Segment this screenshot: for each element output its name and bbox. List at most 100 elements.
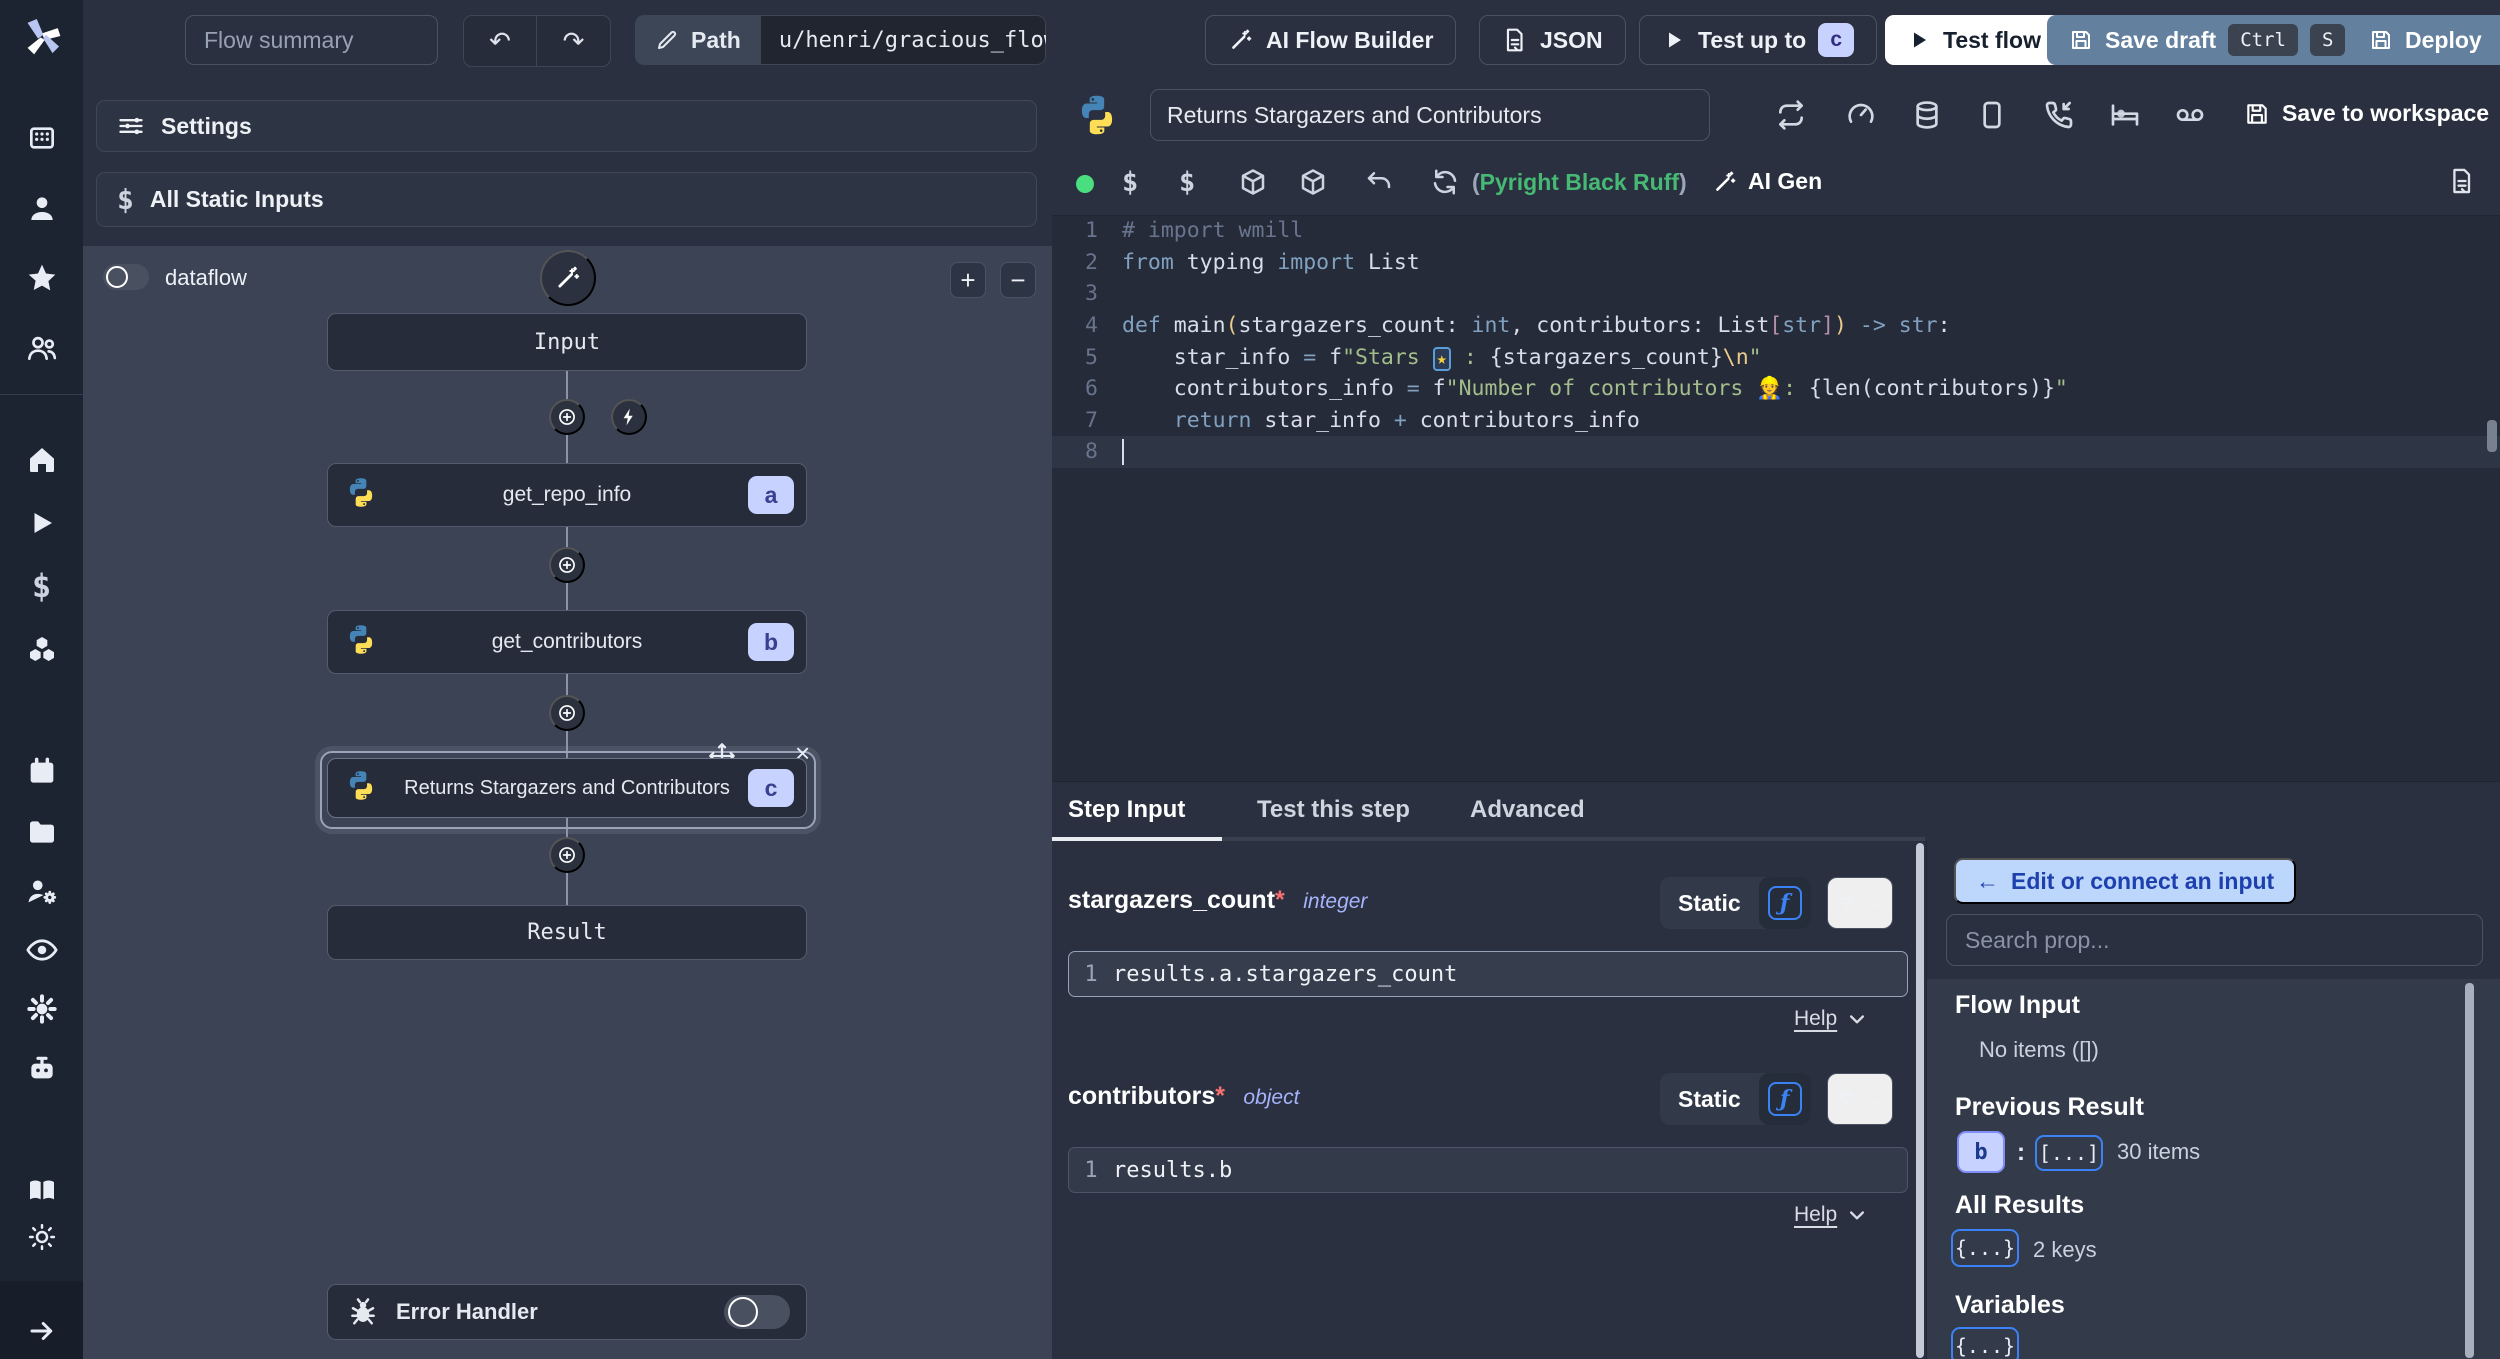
workspace-icon[interactable] (26, 122, 58, 154)
variables-dollar-icon[interactable]: $ (32, 567, 51, 605)
flow-node-error-handler[interactable]: Error Handler (327, 1284, 807, 1340)
ai-gen-button[interactable]: AI Gen (1712, 168, 1822, 195)
favorites-star-icon[interactable] (26, 262, 58, 294)
code-area[interactable]: 1 # import wmill 2 from typing import List 3… (1052, 215, 2500, 781)
all-static-inputs-button[interactable]: $ All Static Inputs (96, 172, 1037, 227)
redo-button[interactable]: ↷ (537, 16, 610, 66)
insert-step-button[interactable] (549, 695, 585, 731)
play-icon (1662, 28, 1686, 52)
previous-result-collapsed-array[interactable]: [...] (2035, 1135, 2103, 1171)
path-chip[interactable]: Path u/henri/gracious_flow (635, 15, 1046, 65)
deploy-button[interactable]: Deploy (2347, 15, 2500, 65)
insert-step-button[interactable] (549, 837, 585, 873)
runs-play-icon[interactable] (27, 508, 57, 538)
save-draft-button[interactable]: Save draft Ctrl S (2047, 15, 2368, 65)
repeat-icon[interactable] (1775, 99, 1807, 131)
code-line[interactable]: 4 def main(stargazers_count: int, contrib… (1052, 310, 2500, 342)
expr-input-stargazers-count[interactable]: 1 results.a.stargazers_count (1068, 951, 1908, 997)
help-link[interactable]: Help (1794, 1007, 1867, 1031)
code-line[interactable]: 5 star_info = f"Stars ★ : {stargazers_co… (1052, 341, 2500, 373)
test-up-to-button[interactable]: Test up to c (1639, 15, 1878, 65)
audit-eye-icon[interactable] (25, 933, 59, 967)
flow-settings-button[interactable]: Settings (96, 100, 1037, 152)
input-mode-toggle[interactable]: Static ƒ (1660, 877, 1811, 929)
zoom-in-button[interactable]: + (950, 262, 986, 298)
code-line[interactable]: 1 # import wmill (1052, 215, 2500, 247)
flow-node-step-b[interactable]: get_contributors b (327, 610, 807, 674)
flow-summary-input[interactable] (185, 15, 438, 65)
all-results-collapsed-object[interactable]: {...} (1951, 1229, 2019, 1267)
add-resource-dollar-icon[interactable]: $ (1179, 167, 1195, 198)
reload-icon[interactable] (1430, 167, 1460, 197)
undo-icon[interactable] (1364, 167, 1394, 197)
add-variable-dollar-icon[interactable]: $ (1122, 167, 1138, 198)
flow-node-step-a[interactable]: get_repo_info a (327, 463, 807, 527)
step-title-input[interactable] (1150, 89, 1710, 141)
tab-step-input[interactable]: Step Input (1068, 796, 1185, 824)
trigger-bolt-button[interactable] (611, 399, 647, 435)
edit-or-connect-button[interactable]: ← Edit or connect an input (1954, 858, 2297, 904)
tab-test-this-step[interactable]: Test this step (1257, 796, 1410, 824)
editor-scrollbar[interactable] (2487, 420, 2497, 452)
javascript-expr-option[interactable]: ƒ (1758, 1073, 1811, 1125)
settings-gear-icon[interactable] (26, 993, 58, 1025)
package-icon[interactable] (1238, 167, 1268, 197)
expr-input-contributors[interactable]: 1 results.b (1068, 1147, 1908, 1193)
theme-sun-icon[interactable] (27, 1222, 57, 1252)
path-value[interactable]: u/henri/gracious_flow (760, 15, 1046, 65)
code-line[interactable]: 7 return star_info + contributors_info (1052, 405, 2500, 437)
flow-node-result[interactable]: Result (327, 905, 807, 960)
database-icon[interactable] (1911, 99, 1943, 131)
variables-collapsed-object[interactable]: {...} (1951, 1327, 2019, 1359)
javascript-expr-option[interactable]: ƒ (1758, 877, 1811, 929)
connect-input-plug-button[interactable]: → (1827, 877, 1893, 929)
help-link[interactable]: Help (1794, 1203, 1867, 1227)
input-mode-toggle[interactable]: Static ƒ (1660, 1073, 1811, 1125)
tab-advanced[interactable]: Advanced (1470, 796, 1585, 824)
zoom-out-button[interactable]: − (1000, 262, 1036, 298)
code-line[interactable]: 2 from typing import List (1052, 247, 2500, 279)
resources-cubes-icon[interactable] (26, 633, 58, 665)
test-up-to-step-badge: c (1818, 23, 1855, 57)
middle-scrollbar[interactable] (1916, 843, 1924, 1358)
ai-robot-icon[interactable] (26, 1053, 58, 1085)
flow-node-step-c-selected[interactable]: Returns Stargazers and Contributors c (327, 758, 807, 818)
folders-icon[interactable] (26, 816, 58, 848)
code-line[interactable]: 8 (1052, 436, 2500, 468)
dataflow-label: dataflow (165, 265, 247, 290)
code-line[interactable]: 6 contributors_info = f"Number of contri… (1052, 373, 2500, 405)
rectangle-icon[interactable] (1976, 99, 2008, 131)
connect-input-plug-button[interactable]: → (1827, 1073, 1893, 1125)
ai-flow-builder-button[interactable]: AI Flow Builder (1205, 15, 1457, 65)
code-line[interactable]: 3 (1052, 278, 2500, 310)
phone-incoming-icon[interactable] (2043, 99, 2075, 131)
previous-result-step-badge[interactable]: b (1957, 1131, 2005, 1173)
docs-book-icon[interactable] (26, 1174, 58, 1206)
home-icon[interactable] (26, 444, 58, 476)
search-prop-input[interactable] (1946, 914, 2483, 966)
schedules-calendar-icon[interactable] (26, 756, 58, 788)
test-flow-button[interactable]: Test flow (1885, 15, 2063, 65)
library-book-icon[interactable] (2448, 167, 2476, 195)
connect-panel-scrollbar[interactable] (2465, 983, 2474, 1358)
ai-wand-button[interactable] (540, 250, 596, 306)
voicemail-icon[interactable] (2174, 99, 2206, 131)
plug-icon (1834, 890, 1858, 916)
insert-step-button[interactable] (549, 399, 585, 435)
expand-sidebar-arrow-icon[interactable] (27, 1316, 57, 1346)
bed-icon[interactable] (2109, 99, 2141, 131)
flow-node-input[interactable]: Input (327, 313, 807, 371)
groups-usercog-icon[interactable] (25, 874, 59, 908)
gauge-icon[interactable] (1845, 99, 1877, 131)
chevron-down-icon (1847, 1009, 1867, 1029)
dataflow-toggle[interactable] (103, 264, 149, 290)
json-button[interactable]: JSON (1479, 15, 1626, 65)
package-icon[interactable] (1298, 167, 1328, 197)
user-icon[interactable] (26, 192, 58, 224)
insert-step-button[interactable] (549, 547, 585, 583)
save-to-workspace-button[interactable]: Save to workspace (2244, 100, 2489, 127)
error-handler-toggle[interactable] (724, 1295, 790, 1329)
undo-button[interactable]: ↶ (464, 16, 537, 66)
members-icon[interactable] (26, 332, 58, 364)
windmill-logo-icon[interactable] (21, 15, 63, 57)
